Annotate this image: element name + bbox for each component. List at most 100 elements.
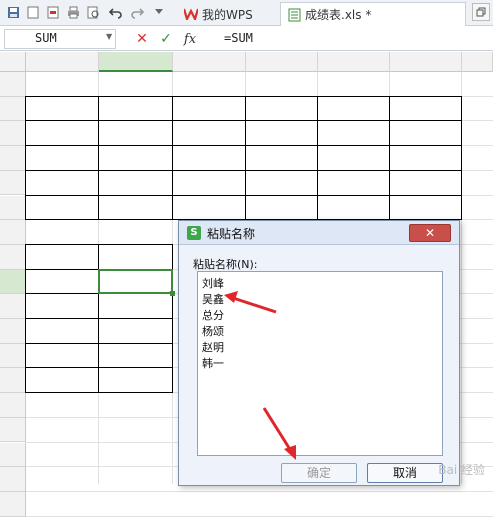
name-cell[interactable] (26, 344, 99, 369)
row-header-4[interactable] (0, 146, 26, 171)
list-item[interactable]: 韩一 (202, 355, 224, 371)
table-cell[interactable] (318, 146, 390, 171)
cancel-button[interactable]: 取消 (367, 463, 443, 483)
name-cell[interactable] (26, 368, 99, 393)
table-header-cell[interactable] (99, 97, 173, 122)
table-cell[interactable] (99, 171, 173, 196)
column-header-d[interactable] (246, 52, 318, 72)
table-cell[interactable] (390, 121, 462, 146)
list-item[interactable]: 总分 (202, 307, 224, 323)
confirm-formula-icon[interactable]: ✓ (156, 29, 176, 49)
table-cell[interactable] (246, 146, 318, 171)
cancel-formula-icon[interactable]: ✕ (132, 29, 152, 49)
name-box-dropdown-icon[interactable]: ▼ (106, 32, 112, 41)
table-cell[interactable] (26, 146, 99, 171)
row-header-1[interactable] (0, 72, 26, 97)
table-cell[interactable] (318, 121, 390, 146)
row-header-8[interactable] (0, 244, 26, 270)
tab-my-wps[interactable]: 我的WPS (178, 2, 259, 26)
row-header-11[interactable] (0, 319, 26, 344)
close-icon[interactable]: ✕ (409, 224, 451, 242)
name-cell[interactable] (26, 319, 99, 344)
table-cell[interactable] (173, 121, 246, 146)
editing-cell[interactable] (99, 270, 173, 295)
row-header-12[interactable] (0, 343, 26, 369)
table-cell[interactable] (390, 171, 462, 196)
row-header-16[interactable] (0, 442, 26, 468)
tab-spreadsheet[interactable]: 成绩表.xls * (280, 2, 466, 26)
table-cell[interactable] (246, 171, 318, 196)
insert-function-icon[interactable]: fx (180, 29, 200, 49)
column-header-c[interactable] (173, 52, 246, 72)
row-header-13[interactable] (0, 368, 26, 394)
new-file-icon[interactable] (24, 3, 42, 21)
column-header-a[interactable] (26, 52, 99, 72)
list-item[interactable]: 刘峰 (202, 275, 224, 291)
table-cell[interactable] (26, 121, 99, 146)
row-header-14[interactable] (0, 393, 26, 418)
table-cell[interactable] (246, 196, 318, 221)
table-header-cell[interactable] (318, 97, 390, 122)
table-cell[interactable] (173, 146, 246, 171)
print-icon[interactable] (64, 3, 82, 21)
cell-border (25, 318, 173, 319)
window-restore-icon[interactable] (472, 3, 490, 21)
table-cell[interactable] (390, 196, 462, 221)
row-header-10[interactable] (0, 294, 26, 319)
pdf-icon[interactable] (44, 3, 62, 21)
redo-icon[interactable] (128, 3, 146, 21)
row-header-18[interactable] (0, 491, 26, 517)
ok-button[interactable]: 确定 (281, 463, 357, 483)
table-cell[interactable] (173, 171, 246, 196)
row-header-6[interactable] (0, 195, 26, 221)
table-cell[interactable] (318, 196, 390, 221)
table-cell[interactable] (99, 196, 173, 221)
list-item[interactable]: 杨颂 (202, 323, 224, 339)
row-header-15[interactable] (0, 417, 26, 443)
undo-icon[interactable] (106, 3, 124, 21)
list-item[interactable]: 赵明 (202, 339, 224, 355)
print-preview-icon[interactable] (84, 3, 102, 21)
dialog-title-bar[interactable]: S 粘贴名称 ✕ (179, 221, 459, 245)
cell-border (25, 120, 462, 122)
column-header-f[interactable] (390, 52, 462, 72)
table-cell[interactable] (26, 171, 99, 196)
row-header-5[interactable] (0, 170, 26, 196)
table-cell[interactable] (246, 121, 318, 146)
table-header-cell[interactable] (99, 245, 173, 270)
cell-border (25, 243, 26, 394)
table-cell[interactable] (26, 196, 99, 221)
formula-input[interactable]: =SUM (220, 29, 490, 49)
column-header-b[interactable] (99, 52, 173, 72)
name-cell[interactable] (26, 294, 99, 319)
table-header-cell[interactable] (26, 97, 99, 122)
save-icon[interactable] (4, 3, 22, 21)
table-cell[interactable] (99, 121, 173, 146)
table-cell[interactable] (173, 196, 246, 221)
table-header-cell[interactable] (390, 97, 462, 122)
row-header-17[interactable] (0, 467, 26, 492)
table-header-cell[interactable] (26, 245, 99, 270)
table-cell[interactable] (99, 146, 173, 171)
table-cell[interactable] (318, 171, 390, 196)
fill-handle[interactable] (170, 291, 175, 297)
row-header-3[interactable] (0, 121, 26, 147)
name-box[interactable]: SUM (4, 29, 116, 49)
table-header-cell[interactable] (246, 97, 318, 122)
dropdown-arrow-icon[interactable] (150, 3, 168, 21)
column-header-g[interactable] (462, 52, 493, 72)
list-item[interactable]: 吴鑫 (202, 291, 224, 307)
cell-border (25, 342, 173, 344)
cell-border (25, 293, 173, 295)
row-header-7[interactable] (0, 220, 26, 245)
row-header-2[interactable] (0, 96, 26, 122)
tab-label: 我的WPS (202, 7, 253, 22)
table-cell[interactable] (390, 146, 462, 171)
cell-border (172, 243, 173, 394)
name-list[interactable]: 刘峰 吴鑫 总分 杨颂 赵明 韩一 (197, 271, 443, 456)
select-all-corner[interactable] (0, 52, 26, 72)
row-header-9[interactable] (0, 269, 26, 295)
name-cell[interactable] (26, 270, 99, 295)
table-header-cell[interactable] (173, 97, 246, 122)
column-header-e[interactable] (318, 52, 390, 72)
